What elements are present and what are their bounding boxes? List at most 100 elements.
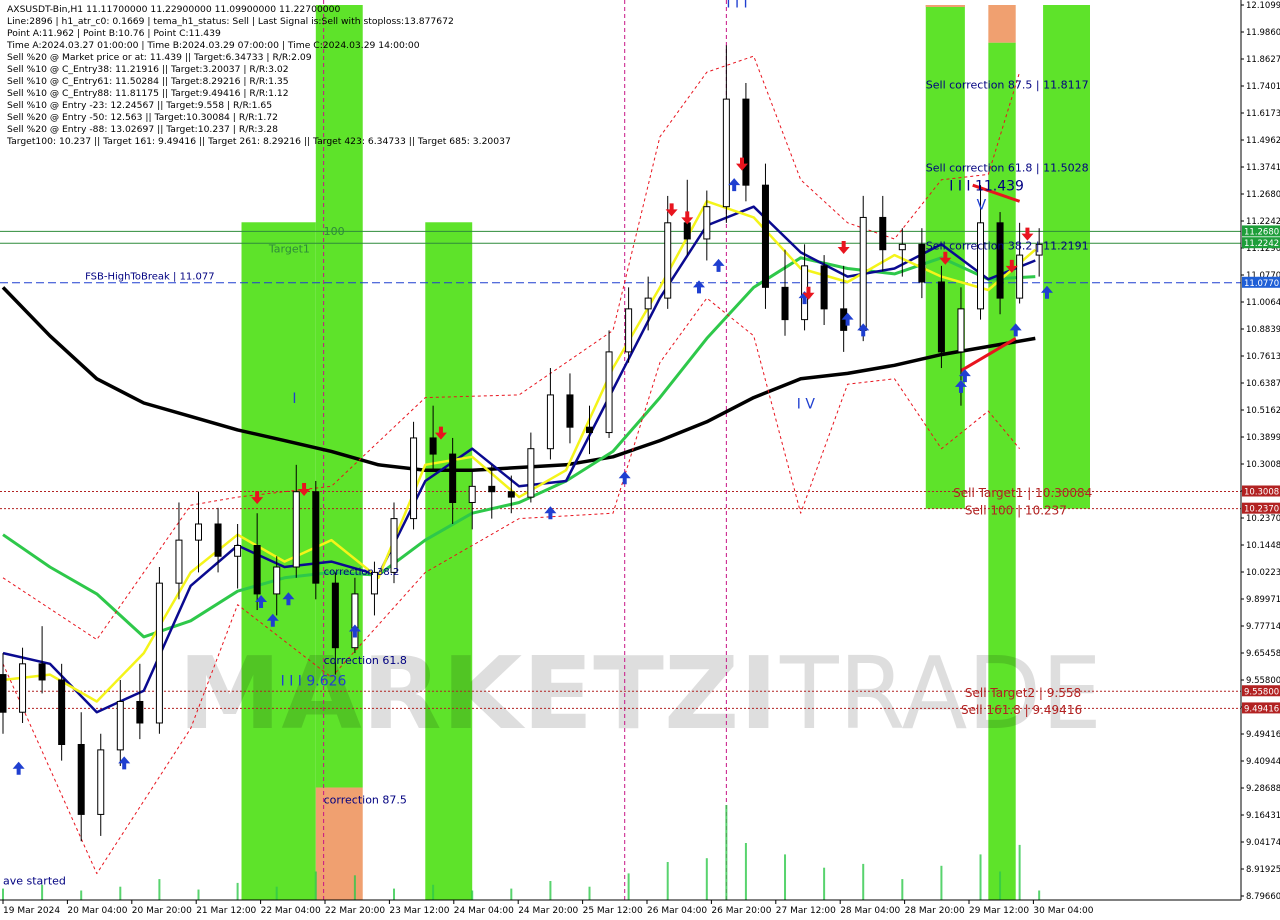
chart-annotation: I I I 11.439 bbox=[949, 179, 1024, 195]
volume-bar bbox=[1018, 844, 1021, 900]
time-tick-label: 26 Mar 20:00 bbox=[711, 906, 771, 916]
candle-body bbox=[0, 674, 7, 713]
volume-bar bbox=[940, 865, 943, 900]
candle-body bbox=[214, 523, 222, 557]
candle-body bbox=[449, 453, 457, 503]
price-tick-label: 9.65458 bbox=[1246, 649, 1280, 659]
chart-annotation: I V bbox=[797, 396, 816, 412]
price-tag-label: 9.49416 bbox=[1244, 704, 1279, 714]
candle-body bbox=[566, 394, 574, 428]
candle-body bbox=[918, 243, 926, 283]
candle-body bbox=[410, 437, 418, 520]
info-line: Sell %20 @ Entry -50: 12.563 || Target:1… bbox=[7, 112, 278, 123]
chart-annotation: Sell Target2 | 9.558 bbox=[965, 686, 1081, 700]
price-tag-label: 11.2680 bbox=[1244, 227, 1279, 237]
time-axis: 19 Mar 2024 20 Mar 04:00 20 Mar 20:00 21 Ma… bbox=[0, 899, 1280, 920]
candle-body bbox=[273, 566, 281, 595]
candle-body bbox=[292, 491, 300, 568]
info-line: Sell %20 @ Market price or at: 11.439 ||… bbox=[7, 52, 312, 63]
info-line: Line:2896 | h1_atr_c0: 0.1669 | tema_h1_… bbox=[7, 16, 454, 27]
volume-bar bbox=[999, 871, 1002, 900]
candle-body bbox=[957, 308, 965, 353]
chart-annotation: 100 bbox=[324, 225, 345, 238]
price-tick-label: 11.6173 bbox=[1246, 109, 1280, 119]
candle-body bbox=[429, 437, 437, 455]
volume-bar bbox=[549, 881, 552, 900]
time-tick-label: 24 Mar 20:00 bbox=[518, 906, 578, 916]
candle-body bbox=[722, 98, 730, 208]
candle-body bbox=[703, 206, 711, 240]
info-line: Point A:11.962 | Point B:10.76 | Point C… bbox=[7, 28, 221, 39]
candle-body bbox=[351, 593, 359, 649]
time-tick-label: 28 Mar 04:00 bbox=[840, 906, 900, 916]
chart-annotation: Sell correction 61.8 | 11.5028 bbox=[926, 162, 1089, 175]
candle-body bbox=[879, 216, 887, 251]
chart-annotation: ave started bbox=[3, 874, 66, 887]
time-tick-label: 28 Mar 20:00 bbox=[905, 906, 965, 916]
price-tick-label: 10.2370 bbox=[1246, 514, 1280, 524]
candle-body bbox=[97, 749, 105, 815]
candle-body bbox=[683, 222, 691, 240]
volume-bar bbox=[2, 888, 4, 900]
info-line: Sell %10 @ C_Entry61: 11.50284 || Target… bbox=[7, 76, 289, 87]
zone-band bbox=[241, 222, 316, 901]
candle-body bbox=[155, 582, 163, 724]
price-tick-label: 10.5162 bbox=[1246, 406, 1280, 416]
chart-annotation: V bbox=[977, 197, 987, 213]
candle-body bbox=[116, 700, 124, 751]
volume-bar bbox=[823, 867, 826, 900]
candle-body bbox=[859, 216, 867, 331]
time-tick-label: 23 Mar 12:00 bbox=[389, 906, 449, 916]
candle-body bbox=[136, 700, 144, 724]
volume-bar bbox=[314, 871, 317, 900]
zone-band bbox=[925, 5, 965, 7]
candle-body bbox=[507, 491, 515, 498]
candle-body bbox=[468, 485, 476, 503]
candle-body bbox=[38, 663, 46, 681]
price-tick-label: 9.77714 bbox=[1246, 622, 1280, 632]
price-tick-label: 9.89971 bbox=[1246, 595, 1280, 605]
watermark-marketzi: MARKETZI bbox=[178, 635, 778, 752]
time-tick-label: 26 Mar 04:00 bbox=[647, 906, 707, 916]
candle-body bbox=[234, 545, 242, 557]
volume-bar bbox=[275, 886, 278, 900]
volume-bar bbox=[236, 882, 239, 900]
candle-body bbox=[781, 286, 789, 321]
chart-annotation: correction 87.5 bbox=[324, 794, 407, 807]
candle-body bbox=[586, 426, 594, 434]
volume-bar bbox=[979, 854, 982, 900]
price-tick-label: 9.49416 bbox=[1246, 730, 1280, 740]
candle-body bbox=[644, 297, 652, 310]
chart-annotation: correction 61.8 bbox=[324, 654, 407, 667]
info-line: Time A:2024.03.27 01:00:00 | Time B:2024… bbox=[7, 40, 420, 51]
candle-body bbox=[996, 222, 1004, 299]
volume-bar bbox=[1038, 890, 1041, 900]
chart-annotation: I I I bbox=[726, 0, 747, 12]
chart-annotation: Sell correction 38.2 | 11.2191 bbox=[926, 240, 1089, 253]
candle-body bbox=[195, 523, 203, 541]
time-tick-label: 24 Mar 04:00 bbox=[454, 906, 514, 916]
price-tick-label: 11.7401 bbox=[1246, 82, 1280, 92]
candle-body bbox=[58, 679, 66, 745]
candle-body bbox=[820, 265, 828, 310]
candle-body bbox=[625, 308, 633, 353]
volume-bar bbox=[353, 875, 356, 900]
time-tick-label: 20 Mar 20:00 bbox=[132, 906, 192, 916]
watermark: MARKETZI TRADE bbox=[178, 635, 1102, 752]
info-line: Sell %20 @ Entry -88: 13.02697 || Target… bbox=[7, 124, 278, 135]
candle-body bbox=[312, 491, 320, 584]
candle-body bbox=[488, 485, 496, 493]
price-axis: 12.1099 11.9860 11.8627 11.7401 11.6173 11.49… bbox=[1240, 0, 1280, 920]
price-tick-label: 9.28688 bbox=[1246, 784, 1280, 794]
price-tick-label: 11.9860 bbox=[1246, 28, 1280, 38]
candle-body bbox=[175, 539, 183, 584]
zone-band bbox=[988, 5, 1016, 43]
volume-bar bbox=[197, 889, 200, 900]
price-tag-label: 11.0770 bbox=[1244, 279, 1279, 289]
volume-bar bbox=[158, 879, 161, 900]
volume-bar bbox=[862, 863, 865, 900]
chart-annotation: I I I 9.626 bbox=[281, 673, 347, 689]
candle-body bbox=[605, 351, 613, 434]
price-tick-label: 12.1099 bbox=[1246, 1, 1280, 11]
chart-annotation: correction 38.2 bbox=[324, 567, 400, 578]
